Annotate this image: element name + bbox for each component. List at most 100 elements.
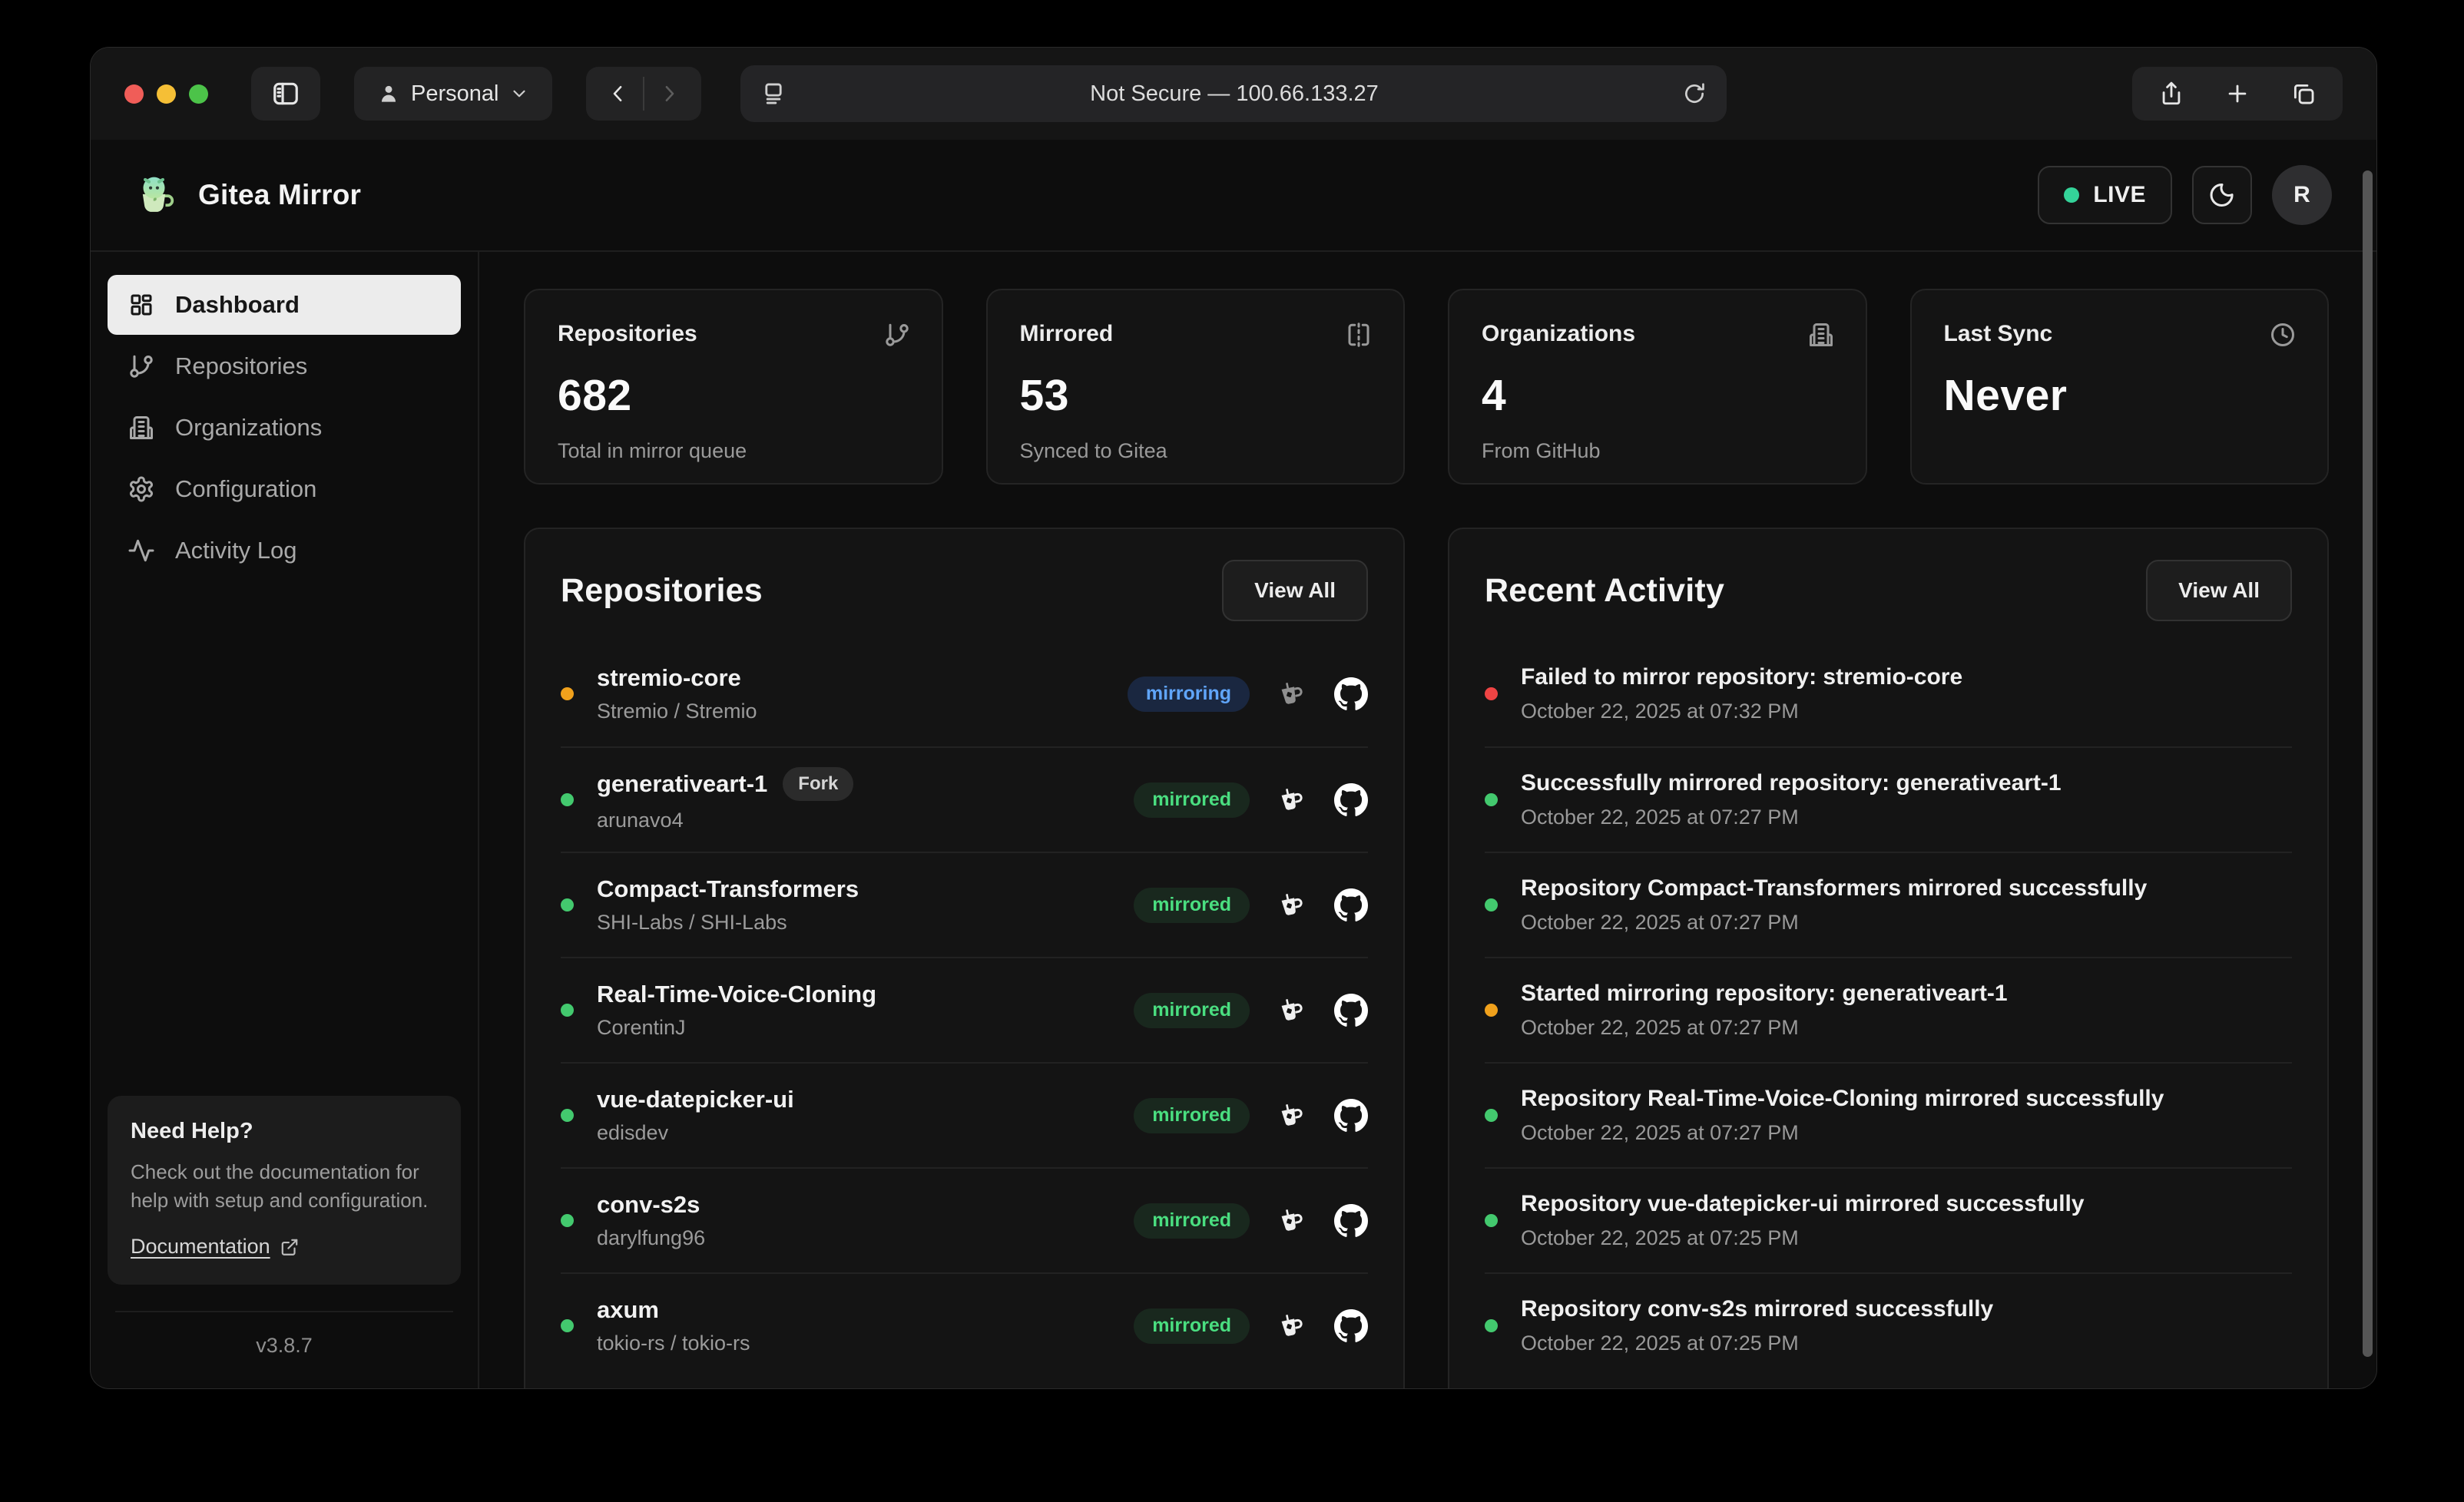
gitea-cup-icon[interactable] xyxy=(1276,784,1308,816)
page-format-icon[interactable] xyxy=(760,81,787,107)
github-icon[interactable] xyxy=(1334,783,1368,817)
help-card: Need Help? Check out the documentation f… xyxy=(108,1096,461,1285)
repo-owner: arunavo4 xyxy=(597,809,853,832)
new-tab-icon[interactable] xyxy=(2224,81,2250,107)
activity-row[interactable]: Repository conv-s2s mirrored successfull… xyxy=(1485,1272,2292,1378)
repository-row[interactable]: Real-Time-Voice-Cloning CorentinJ mirror… xyxy=(561,957,1368,1062)
browser-window: Personal Not Secure — 100.66.133.27 xyxy=(91,48,2376,1388)
activity-row[interactable]: Repository Real-Time-Voice-Cloning mirro… xyxy=(1485,1062,2292,1167)
activity-status-dot xyxy=(1485,687,1498,700)
close-window-button[interactable] xyxy=(124,84,144,104)
activity-row[interactable]: Repository vue-datepicker-ui mirrored su… xyxy=(1485,1167,2292,1272)
repo-name: Real-Time-Voice-Cloning xyxy=(597,981,876,1008)
repo-owner: SHI-Labs / SHI-Labs xyxy=(597,911,859,935)
profile-menu-button[interactable]: Personal xyxy=(354,67,552,121)
repo-status-badge: mirrored xyxy=(1134,782,1250,818)
repo-status-badge: mirrored xyxy=(1134,993,1250,1028)
reload-icon[interactable] xyxy=(1682,81,1707,106)
repo-name: Compact-Transformers xyxy=(597,875,859,903)
gitea-cup-icon[interactable] xyxy=(1276,889,1308,921)
stat-value: 682 xyxy=(558,370,909,421)
sidebar-toggle-button[interactable] xyxy=(251,67,320,121)
repo-owner: Stremio / Stremio xyxy=(597,700,757,723)
activity-timestamp: October 22, 2025 at 07:27 PM xyxy=(1521,911,2147,935)
stat-label: Mirrored xyxy=(1020,321,1372,347)
stat-subtext: From GitHub xyxy=(1482,439,1833,463)
share-icon[interactable] xyxy=(2158,81,2184,107)
repo-status-badge: mirrored xyxy=(1134,888,1250,923)
sidebar-item[interactable]: Dashboard xyxy=(108,275,461,335)
gear-icon xyxy=(128,475,155,503)
github-icon[interactable] xyxy=(1334,1309,1368,1343)
github-icon[interactable] xyxy=(1334,888,1368,922)
gitea-cup-icon[interactable] xyxy=(1276,1310,1308,1342)
back-button[interactable] xyxy=(594,67,643,121)
github-icon[interactable] xyxy=(1334,1099,1368,1133)
activity-status-dot xyxy=(1485,1109,1498,1122)
forward-button[interactable] xyxy=(644,67,694,121)
sidebar-item[interactable]: Organizations xyxy=(108,398,461,458)
activity-view-all-button[interactable]: View All xyxy=(2146,560,2292,621)
gitea-cup-icon[interactable] xyxy=(1276,1205,1308,1237)
repository-row[interactable]: Compact-Transformers SHI-Labs / SHI-Labs… xyxy=(561,852,1368,957)
repo-status-dot xyxy=(561,898,574,911)
app-version: v3.8.7 xyxy=(108,1312,461,1365)
scrollbar-thumb[interactable] xyxy=(2363,170,2373,1357)
gitea-cup-icon[interactable] xyxy=(1276,994,1308,1027)
live-status-badge[interactable]: LIVE xyxy=(2038,166,2172,224)
activity-text: Repository conv-s2s mirrored successfull… xyxy=(1521,1296,1993,1322)
github-icon[interactable] xyxy=(1334,677,1368,711)
minimize-window-button[interactable] xyxy=(157,84,176,104)
sidebar-nav: Dashboard Repositories Organizations xyxy=(108,275,461,582)
repositories-view-all-button[interactable]: View All xyxy=(1222,560,1368,621)
url-bar[interactable]: Not Secure — 100.66.133.27 xyxy=(740,65,1727,122)
activity-row[interactable]: Repository Compact-Transformers mirrored… xyxy=(1485,852,2292,957)
repository-row[interactable]: axum tokio-rs / tokio-rs mirrored xyxy=(561,1272,1368,1378)
activity-timestamp: October 22, 2025 at 07:27 PM xyxy=(1521,1121,2164,1145)
external-link-icon xyxy=(280,1237,300,1257)
activity-icon xyxy=(128,537,155,564)
zoom-window-button[interactable] xyxy=(189,84,208,104)
app-header: Gitea Mirror LIVE R xyxy=(91,140,2376,252)
repo-name: axum xyxy=(597,1296,659,1324)
repository-row[interactable]: conv-s2s darylfung96 mirrored xyxy=(561,1167,1368,1272)
sidebar-item[interactable]: Configuration xyxy=(108,459,461,519)
branch-icon xyxy=(128,352,155,380)
branch-icon xyxy=(883,321,911,349)
repositories-panel-title: Repositories xyxy=(561,572,763,610)
recent-activity-panel: Recent Activity View All Failed to mirro… xyxy=(1448,528,2329,1388)
stat-card: Organizations 4 From GitHub xyxy=(1448,289,1867,485)
activity-text: Successfully mirrored repository: genera… xyxy=(1521,770,2062,796)
gitea-cup-icon[interactable] xyxy=(1276,678,1308,710)
github-icon[interactable] xyxy=(1334,994,1368,1027)
repo-name: stremio-core xyxy=(597,664,741,692)
activity-timestamp: October 22, 2025 at 07:25 PM xyxy=(1521,1332,1993,1355)
stat-value: 4 xyxy=(1482,370,1833,421)
repo-owner: CorentinJ xyxy=(597,1016,876,1040)
stat-value: 53 xyxy=(1020,370,1372,421)
activity-row[interactable]: Started mirroring repository: generative… xyxy=(1485,957,2292,1062)
repository-row[interactable]: stremio-core Stremio / Stremio mirroring xyxy=(561,641,1368,746)
tab-overview-icon[interactable] xyxy=(2290,81,2317,107)
user-avatar[interactable]: R xyxy=(2272,165,2332,225)
building-icon xyxy=(1807,321,1835,349)
sidebar-item[interactable]: Activity Log xyxy=(108,521,461,581)
stat-card: Repositories 682 Total in mirror queue xyxy=(524,289,943,485)
repository-row[interactable]: vue-datepicker-ui edisdev mirrored xyxy=(561,1062,1368,1167)
repo-status-dot xyxy=(561,687,574,700)
documentation-link[interactable]: Documentation xyxy=(131,1235,300,1259)
activity-timestamp: October 22, 2025 at 07:27 PM xyxy=(1521,1016,2008,1040)
repo-status-dot xyxy=(561,1214,574,1227)
activity-panel-title: Recent Activity xyxy=(1485,572,1724,610)
chevron-left-icon xyxy=(607,82,630,105)
activity-text: Started mirroring repository: generative… xyxy=(1521,981,2008,1007)
sidebar-item-label: Activity Log xyxy=(175,537,297,564)
repository-row[interactable]: generativeart-1 Fork arunavo4 mirrored xyxy=(561,746,1368,852)
theme-toggle-button[interactable] xyxy=(2192,166,2252,224)
activity-row[interactable]: Successfully mirrored repository: genera… xyxy=(1485,746,2292,852)
gitea-cup-icon[interactable] xyxy=(1276,1100,1308,1132)
sidebar-item[interactable]: Repositories xyxy=(108,336,461,396)
repo-status-dot xyxy=(561,1004,574,1017)
activity-row[interactable]: Failed to mirror repository: stremio-cor… xyxy=(1485,641,2292,746)
github-icon[interactable] xyxy=(1334,1204,1368,1238)
